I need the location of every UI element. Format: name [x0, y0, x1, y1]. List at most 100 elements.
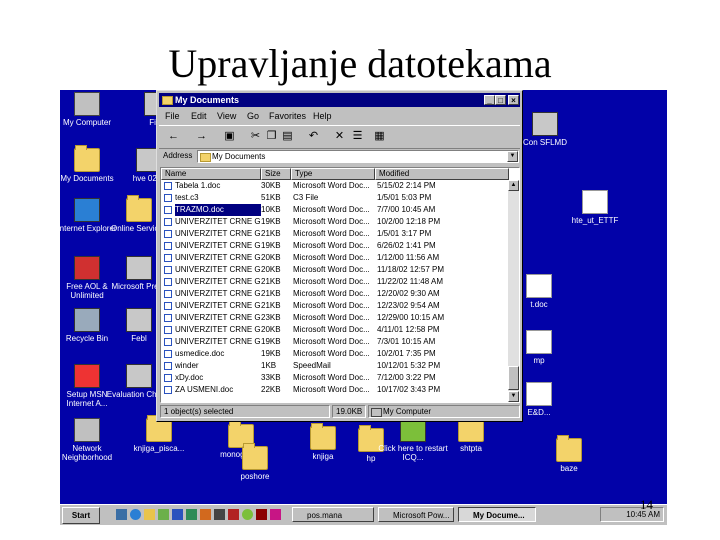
icq-icon[interactable] — [242, 509, 253, 520]
folder-icon — [126, 195, 152, 222]
file-name: winder — [175, 361, 199, 370]
file-row[interactable]: TRAZMO.doc 10KB Microsoft Word Doc... 7/7/0… — [161, 204, 509, 216]
menu-go[interactable]: Go — [247, 109, 259, 123]
file-row[interactable]: UNIVERZITET CRNE G... 21KB Microsoft Word … — [161, 228, 509, 240]
delete-icon[interactable]: ✕ — [333, 130, 346, 143]
file-type: C3 File — [293, 193, 319, 202]
scroll-thumb[interactable] — [508, 366, 519, 390]
address-bar: Address My Documents ▼ — [159, 149, 520, 165]
minimize-button[interactable]: _ — [484, 95, 495, 105]
menu-edit[interactable]: Edit — [191, 109, 207, 123]
file-modified: 12/20/02 9:30 AM — [377, 289, 440, 298]
scroll-up-button[interactable]: ▲ — [508, 180, 519, 191]
desktop-icon[interactable]: baze — [534, 435, 604, 473]
menu-view[interactable]: View — [217, 109, 236, 123]
file-row[interactable]: xDy.doc 33KB Microsoft Word Doc... 7/12/00 … — [161, 372, 509, 384]
undo-icon[interactable]: ↶ — [307, 130, 320, 143]
window-titlebar[interactable]: My Documents _ □ × — [159, 93, 520, 107]
file-row[interactable]: test.c3 51KB C3 File 1/5/01 5:03 PM — [161, 192, 509, 204]
file-row[interactable]: UNIVERZITET CRNE G... 20KB Microsoft Word … — [161, 324, 509, 336]
file-list[interactable]: Name Size Type Modified ▲ ▼ Tabela 1.doc… — [160, 167, 520, 403]
file-type: Microsoft Word Doc... — [293, 373, 370, 382]
program-icon — [126, 364, 152, 388]
ie-icon — [74, 198, 100, 222]
file-row[interactable]: Tabela 1.doc 30KB Microsoft Word Doc... 5/1… — [161, 180, 509, 192]
file-modified: 7/12/00 3:22 PM — [377, 373, 436, 382]
file-row[interactable]: usmedice.doc 19KB Microsoft Word Doc... 10/… — [161, 348, 509, 360]
explorer-window[interactable]: My Documents _ □ × File Edit View Go Fav… — [156, 90, 523, 422]
file-row[interactable]: winder 1KB SpeedMail 10/12/01 5:32 PM — [161, 360, 509, 372]
ie-icon[interactable] — [130, 509, 141, 520]
vertical-scrollbar[interactable]: ▲ ▼ — [508, 180, 519, 402]
word-document-icon — [164, 350, 172, 358]
menu-help[interactable]: Help — [313, 109, 332, 123]
file-modified: 1/5/01 5:03 PM — [377, 193, 432, 202]
file-row[interactable]: UNIVERZITET CRNE G... 20KB Microsoft Word … — [161, 264, 509, 276]
desktop-icon[interactable]: hte_ut_ETTF — [560, 190, 630, 225]
file-size: 21KB — [261, 277, 281, 286]
file-name: UNIVERZITET CRNE G... — [175, 337, 261, 346]
taskbar-item-pos-mana[interactable]: pos.mana — [292, 507, 374, 522]
word-icon[interactable] — [172, 509, 183, 520]
file-row[interactable]: UNIVERZITET CRNE G... 23KB Microsoft Word … — [161, 312, 509, 324]
maximize-button[interactable]: □ — [495, 95, 506, 105]
file-row[interactable]: UNIVERZITET CRNE G... 21KB Microsoft Word … — [161, 300, 509, 312]
winamp-icon[interactable] — [214, 509, 225, 520]
back-icon[interactable]: ← — [167, 130, 180, 143]
acrobat-icon[interactable] — [228, 509, 239, 520]
file-row[interactable]: UNIVERZITET CRNE G... 20KB Microsoft Word … — [161, 252, 509, 264]
copy-icon[interactable]: ❐ — [265, 130, 278, 143]
desktop-icon[interactable]: Network Neighborhood — [60, 418, 122, 462]
media-icon[interactable] — [270, 509, 281, 520]
file-size: 1KB — [261, 361, 277, 370]
paste-icon[interactable]: ▤ — [281, 130, 294, 143]
page-number: 14 — [640, 497, 653, 512]
column-header-name[interactable]: Name — [161, 168, 261, 180]
column-header-type[interactable]: Type — [291, 168, 375, 180]
file-size: 23KB — [261, 313, 281, 322]
taskbar-item-powerpoint[interactable]: Microsoft Pow... — [378, 507, 454, 522]
scroll-down-button[interactable]: ▼ — [508, 391, 519, 402]
menu-favorites[interactable]: Favorites — [269, 109, 306, 123]
properties-icon[interactable]: ☰ — [351, 130, 364, 143]
desktop-icon[interactable]: shtpta — [436, 415, 506, 453]
desktop-icon[interactable]: poshore — [220, 443, 290, 481]
column-header-size[interactable]: Size — [261, 168, 291, 180]
address-input[interactable]: My Documents ▼ — [197, 150, 519, 163]
computer-icon — [74, 92, 100, 116]
word-document-icon — [164, 314, 172, 322]
menu-file[interactable]: File — [165, 109, 180, 123]
desktop-icon[interactable]: knjiga_pisca... — [124, 415, 194, 453]
file-row[interactable]: UNIVERZITET CRNE G... 19KB Microsoft Word … — [161, 216, 509, 228]
file-row[interactable]: UNIVERZITET CRNE G... 19KB Microsoft Word … — [161, 240, 509, 252]
show-desktop-icon[interactable] — [116, 509, 127, 520]
file-modified: 7/3/01 10:15 AM — [377, 337, 436, 346]
file-row[interactable]: UNIVERZITET CRNE G... 21KB Microsoft Word … — [161, 276, 509, 288]
views-icon[interactable]: ▦ — [373, 130, 386, 143]
acdsee-icon[interactable] — [256, 509, 267, 520]
slide-title: Upravljanje datotekama — [168, 41, 552, 86]
desktop-icon[interactable]: My Computer — [60, 92, 122, 127]
channels-icon[interactable] — [158, 509, 169, 520]
document-icon — [526, 330, 552, 354]
column-header-modified[interactable]: Modified — [375, 168, 509, 180]
status-location-label: My Computer — [383, 407, 432, 416]
start-button[interactable]: Start — [62, 507, 100, 524]
outlook-icon[interactable] — [144, 509, 155, 520]
powerpoint-icon[interactable] — [200, 509, 211, 520]
close-button[interactable]: × — [508, 95, 519, 105]
chevron-down-icon[interactable]: ▼ — [507, 151, 518, 162]
word-document-icon — [164, 182, 172, 190]
forward-icon[interactable]: → — [195, 130, 208, 143]
up-folder-icon[interactable]: ▣ — [223, 130, 236, 143]
file-row[interactable]: UNIVERZITET CRNE G... 19KB Microsoft Word … — [161, 336, 509, 348]
word-document-icon — [164, 290, 172, 298]
desktop-icon[interactable]: My Documents — [60, 145, 122, 183]
excel-icon[interactable] — [186, 509, 197, 520]
file-row[interactable]: UNIVERZITET CRNE G... 21KB Microsoft Word … — [161, 288, 509, 300]
taskbar-item-my-documents[interactable]: My Docume... — [458, 507, 536, 522]
cut-icon[interactable]: ✂ — [249, 130, 262, 143]
file-modified: 11/18/02 12:57 PM — [377, 265, 445, 274]
file-type: SpeedMail — [293, 361, 331, 370]
file-row[interactable]: ZA USMENI.doc 22KB Microsoft Word Doc... 10… — [161, 384, 509, 396]
